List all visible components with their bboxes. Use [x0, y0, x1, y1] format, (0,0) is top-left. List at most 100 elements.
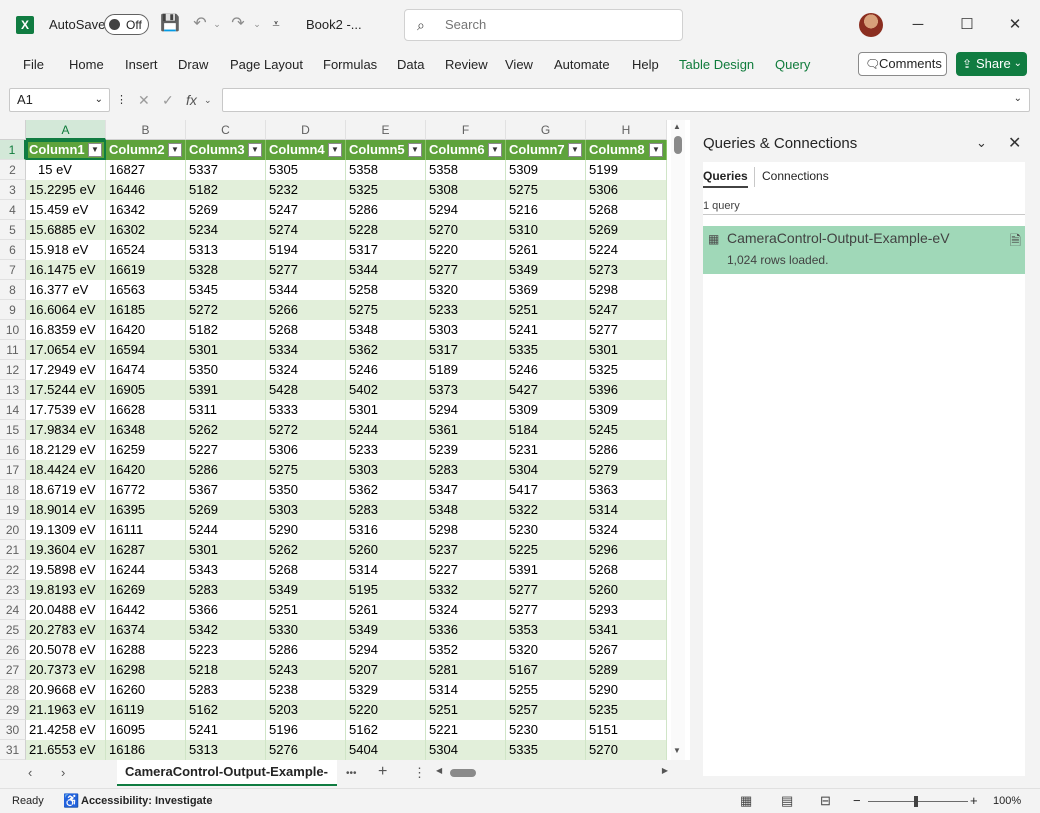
table-cell[interactable]: 5396 — [586, 380, 667, 400]
table-cell[interactable]: 5231 — [506, 440, 586, 460]
table-cell[interactable]: 5272 — [186, 300, 266, 320]
table-cell[interactable]: 5224 — [586, 240, 667, 260]
table-cell[interactable]: 5306 — [266, 440, 346, 460]
table-cell[interactable]: 5334 — [266, 340, 346, 360]
table-cell[interactable]: 16348 — [106, 420, 186, 440]
table-cell[interactable]: 5341 — [586, 620, 667, 640]
table-cell[interactable]: 5324 — [586, 520, 667, 540]
table-cell[interactable]: 5167 — [506, 660, 586, 680]
table-cell[interactable]: 5279 — [586, 460, 667, 480]
scroll-thumb[interactable] — [450, 769, 476, 777]
table-cell[interactable]: 18.4424 eV — [26, 460, 106, 480]
table-cell[interactable]: 5373 — [426, 380, 506, 400]
table-cell[interactable]: 5286 — [266, 640, 346, 660]
table-cell[interactable]: 17.2949 eV — [26, 360, 106, 380]
table-cell[interactable]: 5358 — [426, 160, 506, 180]
table-cell[interactable]: 5233 — [346, 440, 426, 460]
table-header-cell[interactable]: Column7 ▼ — [506, 140, 586, 160]
table-cell[interactable]: 5333 — [266, 400, 346, 420]
table-cell[interactable]: 5286 — [586, 440, 667, 460]
table-cell[interactable]: 16186 — [106, 740, 186, 760]
table-cell[interactable]: 5391 — [506, 560, 586, 580]
table-cell[interactable]: 15.918 eV — [26, 240, 106, 260]
table-cell[interactable]: 5309 — [506, 400, 586, 420]
select-all-corner[interactable] — [0, 120, 26, 140]
table-header-cell[interactable]: Column2 ▼ — [106, 140, 186, 160]
table-cell[interactable]: 16442 — [106, 600, 186, 620]
table-cell[interactable]: 5182 — [186, 320, 266, 340]
tab-insert[interactable]: Insert — [125, 57, 158, 72]
table-cell[interactable]: 5230 — [506, 520, 586, 540]
table-cell[interactable]: 5332 — [426, 580, 506, 600]
table-cell[interactable]: 5244 — [346, 420, 426, 440]
table-cell[interactable]: 5304 — [506, 460, 586, 480]
horizontal-scrollbar[interactable]: ◀ ▶ — [436, 766, 668, 780]
tab-formulas[interactable]: Formulas — [323, 57, 377, 72]
tab-help[interactable]: Help — [632, 57, 659, 72]
filter-dropdown-icon[interactable]: ▼ — [328, 143, 342, 157]
table-cell[interactable]: 16374 — [106, 620, 186, 640]
formula-input[interactable]: ⌄ — [222, 88, 1030, 112]
table-cell[interactable]: 5324 — [426, 600, 506, 620]
table-cell[interactable]: 5227 — [426, 560, 506, 580]
table-cell[interactable]: 16.6064 eV — [26, 300, 106, 320]
row-header[interactable]: 24 — [0, 600, 26, 620]
row-header[interactable]: 20 — [0, 520, 26, 540]
table-cell[interactable]: 5309 — [586, 400, 667, 420]
table-cell[interactable]: 21.4258 eV — [26, 720, 106, 740]
sheet-tab[interactable]: CameraControl-Output-Example- — [117, 760, 337, 786]
maximize-icon[interactable]: ☐ — [955, 13, 979, 37]
table-cell[interactable]: 15.6885 eV — [26, 220, 106, 240]
table-cell[interactable]: 5391 — [186, 380, 266, 400]
table-cell[interactable]: 5235 — [586, 700, 667, 720]
table-cell[interactable]: 5335 — [506, 340, 586, 360]
table-cell[interactable]: 5348 — [426, 500, 506, 520]
next-sheet-icon[interactable]: › — [61, 765, 65, 780]
expand-formula-icon[interactable]: ⌄ — [1014, 93, 1022, 104]
table-cell[interactable]: 5325 — [586, 360, 667, 380]
table-cell[interactable]: 5273 — [586, 260, 667, 280]
page-layout-view-icon[interactable]: ▤ — [781, 793, 793, 809]
table-cell[interactable]: 16298 — [106, 660, 186, 680]
normal-view-icon[interactable]: ▦ — [740, 793, 752, 809]
table-cell[interactable]: 5303 — [426, 320, 506, 340]
table-cell[interactable]: 19.1309 eV — [26, 520, 106, 540]
table-cell[interactable]: 5305 — [266, 160, 346, 180]
table-cell[interactable]: 16905 — [106, 380, 186, 400]
table-cell[interactable]: 5317 — [346, 240, 426, 260]
filter-dropdown-icon[interactable]: ▼ — [408, 143, 422, 157]
table-cell[interactable]: 5325 — [346, 180, 426, 200]
row-header[interactable]: 28 — [0, 680, 26, 700]
zoom-out-button[interactable]: − — [853, 793, 861, 808]
table-cell[interactable]: 5203 — [266, 700, 346, 720]
table-cell[interactable]: 16.8359 eV — [26, 320, 106, 340]
table-cell[interactable]: 5352 — [426, 640, 506, 660]
table-cell[interactable]: 5277 — [506, 580, 586, 600]
row-header[interactable]: 21 — [0, 540, 26, 560]
table-cell[interactable]: 5218 — [186, 660, 266, 680]
table-cell[interactable]: 5237 — [426, 540, 506, 560]
table-cell[interactable]: 5268 — [266, 320, 346, 340]
table-cell[interactable]: 16420 — [106, 460, 186, 480]
table-cell[interactable]: 5270 — [586, 740, 667, 760]
table-cell[interactable]: 5314 — [426, 680, 506, 700]
table-cell[interactable]: 16185 — [106, 300, 186, 320]
table-cell[interactable]: 5316 — [346, 520, 426, 540]
table-cell[interactable]: 20.9668 eV — [26, 680, 106, 700]
table-cell[interactable]: 5270 — [426, 220, 506, 240]
row-header[interactable]: 5 — [0, 220, 26, 240]
table-cell[interactable]: 17.5244 eV — [26, 380, 106, 400]
table-cell[interactable]: 5294 — [426, 400, 506, 420]
table-cell[interactable]: 5272 — [266, 420, 346, 440]
table-cell[interactable]: 5350 — [186, 360, 266, 380]
table-cell[interactable]: 5281 — [426, 660, 506, 680]
vertical-scrollbar[interactable]: ▲ ▼ — [671, 120, 685, 760]
column-header[interactable]: G — [506, 120, 586, 140]
table-cell[interactable]: 5269 — [586, 220, 667, 240]
table-cell[interactable]: 5251 — [506, 300, 586, 320]
zoom-level[interactable]: 100% — [993, 795, 1021, 807]
table-cell[interactable]: 5337 — [186, 160, 266, 180]
table-cell[interactable]: 5277 — [426, 260, 506, 280]
table-cell[interactable]: 5286 — [186, 460, 266, 480]
table-cell[interactable]: 5293 — [586, 600, 667, 620]
